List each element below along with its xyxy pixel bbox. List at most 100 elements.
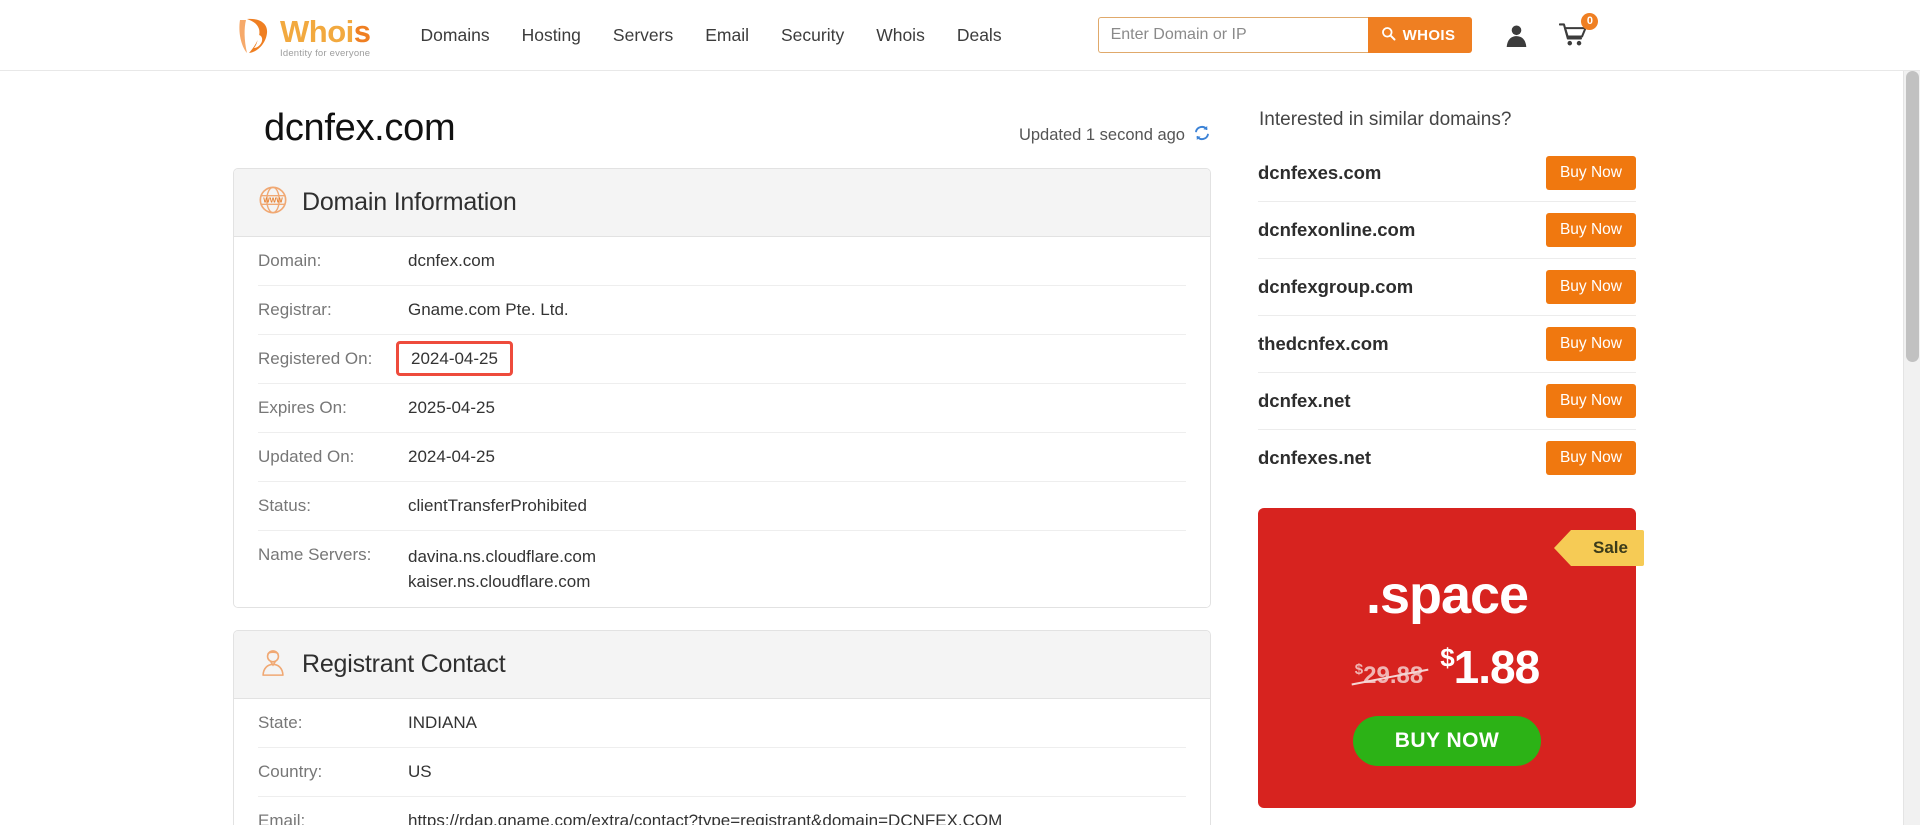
table-row: State: INDIANA	[258, 699, 1186, 749]
table-row: Updated On: 2024-04-25	[258, 433, 1186, 482]
cart-item-count-badge: 0	[1581, 13, 1599, 30]
table-row: Expires On: 2025-04-25	[258, 384, 1186, 433]
buy-now-button[interactable]: Buy Now	[1545, 156, 1636, 190]
table-row: Country: US	[258, 748, 1186, 798]
buy-now-button[interactable]: Buy Now	[1545, 441, 1636, 475]
row-label: Name Servers:	[258, 545, 372, 564]
brand-tagline: Identity for everyone	[280, 48, 371, 60]
row-label: Email:	[258, 811, 306, 825]
row-value: 2024-04-25	[396, 341, 1186, 376]
promo-original-price: $29.88	[1355, 661, 1423, 690]
page-body: dcnfex.com Updated 1 second ago WWW Doma…	[0, 71, 1920, 825]
sale-ribbon-badge: Sale	[1554, 530, 1644, 566]
refresh-icon[interactable]	[1193, 124, 1211, 147]
user-account-icon[interactable]	[1504, 23, 1529, 48]
whois-logo-icon	[233, 14, 277, 58]
nav-item-hosting[interactable]: Hosting	[506, 19, 597, 52]
row-value-nameservers: davina.ns.cloudflare.com kaiser.ns.cloud…	[408, 545, 1186, 594]
buy-now-button[interactable]: Buy Now	[1545, 270, 1636, 304]
buy-now-button[interactable]: Buy Now	[1545, 327, 1636, 361]
scrollbar-thumb[interactable]	[1906, 71, 1919, 362]
row-label: Registrar:	[258, 300, 332, 319]
nav-item-whois[interactable]: Whois	[860, 19, 941, 52]
table-row: Email: https://rdap.gname.com/extra/cont…	[258, 797, 1186, 825]
space-tld-promo-banner[interactable]: Sale .space $29.88 $1.88 BUY NOW	[1258, 508, 1644, 808]
domain-information-card-title: Domain Information	[302, 188, 517, 216]
row-label: Expires On:	[258, 398, 347, 417]
registrant-contact-card: Registrant Contact State: INDIANA Countr…	[233, 630, 1211, 825]
row-label: Status:	[258, 496, 311, 515]
sidebar-column: Interested in similar domains? dcnfexes.…	[1258, 71, 1644, 825]
buy-now-button[interactable]: Buy Now	[1545, 384, 1636, 418]
buy-now-button[interactable]: Buy Now	[1545, 213, 1636, 247]
row-label: Country:	[258, 762, 323, 782]
promo-price-group: $29.88 $1.88	[1258, 644, 1636, 690]
promo-sale-price: $1.88	[1440, 641, 1541, 693]
similar-domain-name[interactable]: thedcnfex.com	[1258, 333, 1389, 355]
similar-domain-name[interactable]: dcnfex.net	[1258, 390, 1351, 412]
nav-item-security[interactable]: Security	[765, 19, 860, 52]
similar-domain-name[interactable]: dcnfexes.com	[1258, 162, 1381, 184]
table-row: Status: clientTransferProhibited	[258, 482, 1186, 531]
list-item: dcnfex.net Buy Now	[1258, 373, 1636, 430]
row-value: 2025-04-25	[408, 398, 495, 417]
nameserver-entry: davina.ns.cloudflare.com	[408, 547, 597, 566]
similar-domain-name[interactable]: dcnfexgroup.com	[1258, 276, 1413, 298]
similar-domains-heading: Interested in similar domains?	[1259, 109, 1512, 130]
row-value: US	[408, 762, 432, 782]
promo-original-amount: 29.88	[1363, 662, 1424, 689]
search-icon	[1381, 26, 1396, 45]
brand-logo-link[interactable]: Whois Identity for everyone	[233, 11, 371, 59]
table-row: Registered On: 2024-04-25	[258, 335, 1186, 384]
promo-buy-now-button[interactable]: BUY NOW	[1352, 716, 1542, 766]
www-globe-icon: WWW	[258, 185, 288, 220]
whois-search-form: WHOIS	[1097, 17, 1473, 53]
list-item: dcnfexonline.com Buy Now	[1258, 202, 1636, 259]
domain-information-card-body: Domain: dcnfex.com Registrar: Gname.com …	[234, 237, 1210, 608]
similar-domains-list: dcnfexes.com Buy Now dcnfexonline.com Bu…	[1258, 145, 1636, 486]
row-label: Domain:	[258, 251, 322, 270]
similar-domain-name[interactable]: dcnfexonline.com	[1258, 219, 1415, 241]
row-value: 2024-04-25	[408, 447, 495, 466]
page-title: dcnfex.com	[264, 107, 456, 149]
nav-item-domains[interactable]: Domains	[405, 19, 506, 52]
table-row: Name Servers: davina.ns.cloudflare.com k…	[258, 531, 1186, 607]
search-input[interactable]	[1097, 17, 1368, 53]
list-item: dcnfexes.com Buy Now	[1258, 145, 1636, 202]
row-label: State:	[258, 713, 303, 733]
nav-item-servers[interactable]: Servers	[597, 19, 689, 52]
list-item: thedcnfex.com Buy Now	[1258, 316, 1636, 373]
list-item: dcnfexgroup.com Buy Now	[1258, 259, 1636, 316]
row-value: dcnfex.com	[408, 251, 495, 270]
table-row: Registrar: Gname.com Pte. Ltd.	[258, 286, 1186, 335]
table-row: Domain: dcnfex.com	[258, 237, 1186, 286]
registrant-contact-card-body: State: INDIANA Country: US Email: https:…	[234, 699, 1210, 825]
row-value: INDIANA	[408, 713, 477, 733]
last-updated-status: Updated 1 second ago	[1019, 124, 1211, 147]
nameserver-entry: kaiser.ns.cloudflare.com	[408, 571, 591, 591]
registered-on-highlight-box: 2024-04-25	[396, 341, 513, 376]
registrant-person-icon	[258, 647, 288, 682]
domain-information-card-header: WWW Domain Information	[234, 169, 1210, 237]
registrant-contact-card-header: Registrant Contact	[234, 631, 1210, 700]
page-scrollbar[interactable]	[1903, 71, 1920, 825]
similar-domain-name[interactable]: dcnfexes.net	[1258, 447, 1371, 469]
brand-wordmark: Whois	[280, 14, 371, 50]
promo-original-currency: $	[1354, 661, 1364, 678]
nav-item-email[interactable]: Email	[689, 19, 765, 52]
whois-search-button[interactable]: WHOIS	[1367, 17, 1473, 53]
last-updated-text: Updated 1 second ago	[1018, 126, 1185, 144]
list-item: dcnfexes.net Buy Now	[1258, 430, 1636, 486]
row-value: Gname.com Pte. Ltd.	[408, 300, 569, 319]
domain-information-card: WWW Domain Information Domain: dcnfex.co…	[233, 168, 1211, 609]
svg-text:WWW: WWW	[263, 197, 283, 204]
page-title-row: dcnfex.com Updated 1 second ago	[233, 71, 1233, 168]
shopping-cart-icon[interactable]: 0	[1559, 13, 1599, 48]
promo-sale-currency: $	[1440, 642, 1455, 673]
main-content-column: dcnfex.com Updated 1 second ago WWW Doma…	[233, 71, 1233, 825]
row-value: clientTransferProhibited	[408, 496, 587, 515]
site-header: Whois Identity for everyone Domains Host…	[0, 0, 1920, 71]
promo-sale-amount: 1.88	[1453, 641, 1541, 693]
main-navigation: Domains Hosting Servers Email Security W…	[405, 19, 1018, 52]
nav-item-deals[interactable]: Deals	[941, 19, 1018, 52]
